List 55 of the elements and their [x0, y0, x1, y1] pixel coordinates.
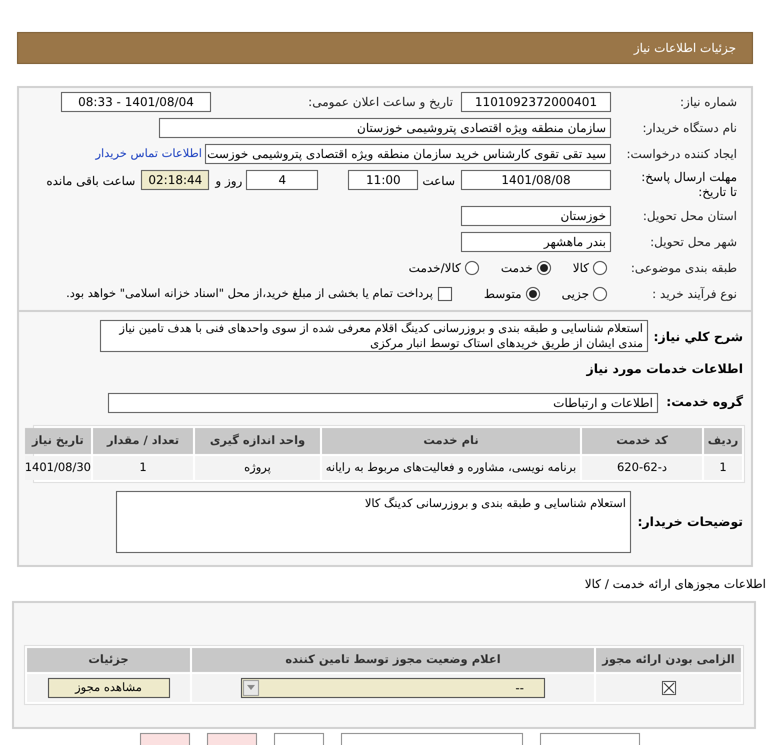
input-field[interactable]: 1401/08/08 — [461, 170, 611, 190]
section-title: اطلاعات مجوزهای ارائه خدمت / کالا — [584, 576, 766, 591]
option-label: کالا — [572, 260, 589, 277]
description-box: استعلام شناسایی و طبقه بندی و بروزرسانی کدینگ اقلام معرفی شده از سوی واحدهای فنی با هدف تامین نیاز مندی ایشان از طریق خریدهای استاک توسط انبار مرکزی — [100, 320, 648, 352]
option-label: کالا/خدمت — [408, 260, 461, 277]
column-header: الزامی بودن ارائه مجوز — [596, 648, 741, 672]
field-label: ایجاد کننده درخواست: — [626, 147, 737, 161]
field-label: نام دستگاه خریدار: — [642, 121, 737, 135]
option-label: خدمت — [500, 260, 533, 277]
column-header: کد خدمت — [582, 428, 702, 454]
field-label: شماره نیاز: — [680, 95, 737, 109]
input-field[interactable]: خوزستان — [461, 206, 611, 226]
field-label: نوع فرآیند خرید : — [652, 287, 737, 301]
field-label: مهلت ارسال پاسخ: تا تاریخ: — [640, 170, 737, 200]
column-header: واحد اندازه گیری — [195, 428, 320, 454]
field-label: ساعت باقی مانده — [46, 173, 136, 190]
section-title: اطلاعات خدمات مورد نیاز — [586, 360, 743, 378]
input-field[interactable]: بندر ماهشهر — [461, 232, 611, 252]
input-field[interactable]: سازمان منطقه ویژه اقتصادی پتروشیمی خوزستان — [159, 118, 611, 138]
table-cell: برنامه نویسی، مشاوره و فعالیت‌های مربوط به رایانه — [322, 456, 580, 480]
input-field[interactable]: 1101092372000401 — [461, 92, 611, 112]
view-permit-button[interactable]: مشاهده مجوز — [48, 678, 170, 698]
input-field[interactable]: 4 — [246, 170, 318, 190]
table-cell: 1401/08/30 — [24, 456, 91, 480]
field-label: ساعت — [422, 173, 455, 190]
table-cell: پروژه — [195, 456, 320, 480]
buyer-notes-box: استعلام شناسایی و طبقه بندی و بروزرسانی کدینگ کالا — [116, 490, 631, 553]
input-field[interactable]: 1401/08/04 - 08:33 — [61, 92, 211, 112]
field-label: توضیحات خریدار: — [637, 514, 743, 529]
status-dropdown[interactable]: -- — [241, 678, 545, 698]
field-label: گروه خدمت: — [666, 394, 743, 410]
table-cell: 1 — [704, 456, 742, 480]
page-title: جزئیات اطلاعات نیاز — [634, 40, 736, 57]
countdown-field[interactable]: 02:18:44 — [141, 170, 210, 190]
column-header: جزئیات — [27, 648, 190, 672]
table-cell: 1 — [93, 456, 193, 480]
field-label: شرح کلي نياز: — [654, 329, 743, 344]
field-label: طبقه بندی موضوعی: — [630, 261, 737, 275]
option-label: پرداخت تمام یا بخشی از مبلغ خرید،از محل "اسناد خزانه اسلامی" خواهد بود. — [66, 285, 433, 302]
field-label: روز و — [215, 173, 242, 190]
option-label: متوسط — [484, 286, 522, 303]
field-label: شهر محل تحویل: — [650, 235, 737, 249]
column-header: تاریخ نیاز — [24, 428, 91, 454]
column-header: اعلام وضعیت مجوز توسط تامین کننده — [192, 648, 594, 672]
input-field[interactable]: اطلاعات و ارتباطات — [108, 392, 658, 413]
column-header: ردیف — [704, 428, 742, 454]
field-label: استان محل تحویل: — [642, 209, 737, 223]
option-label: جزیی — [562, 286, 589, 303]
input-field[interactable]: 11:00 — [348, 170, 418, 190]
column-header: نام خدمت — [322, 428, 580, 454]
input-field[interactable]: سید تقی تقوی کارشناس خرید سازمان منطقه ویژه اقتصادی پتروشیمی خوزست — [205, 144, 611, 164]
buyer-contact-link[interactable]: اطلاعات تماس خریدار — [95, 145, 202, 163]
field-label: تاریخ و ساعت اعلان عمومی: — [308, 95, 454, 109]
table-cell: د-62-620 — [582, 456, 702, 480]
column-header: تعداد / مقدار — [93, 428, 193, 454]
